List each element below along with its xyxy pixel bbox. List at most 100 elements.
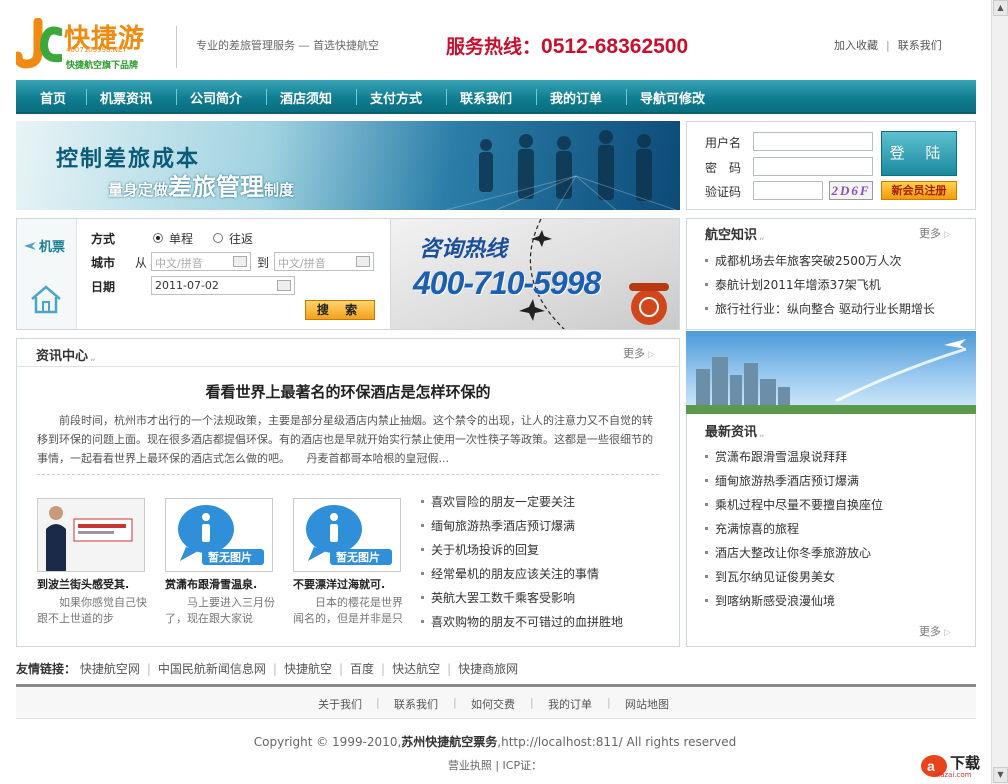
from-label: 从 (135, 256, 148, 270)
contact-link[interactable]: 联系我们 (898, 39, 942, 52)
skyline-graphic (686, 339, 976, 414)
list-item[interactable]: 酒店大整改让你冬季旅游放心 (704, 544, 871, 561)
info-center-title-text: 资讯中心 (36, 349, 89, 364)
list-item[interactable]: 关于机场投诉的回复 (420, 541, 539, 558)
list-item[interactable]: 成都机场去年旅客突破2500万人次 (705, 252, 902, 269)
list-item[interactable]: 赏潇布跟滑雪温泉说拜拜 (704, 448, 847, 465)
friend-link[interactable]: 快捷航空 (284, 662, 332, 676)
thumbnail-no-image[interactable]: 暂无图片 (293, 498, 401, 572)
footer-nav: 关于我们 | 联系我们 | 如何交费 | 我的订单 | 网站地图 (16, 684, 976, 719)
list-item[interactable]: 乘机过程中尽量不要擅自换座位 (704, 496, 883, 513)
home-icon[interactable] (29, 283, 63, 315)
list-item[interactable]: 旅行社行业：纵向整合 驱动行业长期增长 (705, 300, 935, 317)
add-favorite-link[interactable]: 加入收藏 (834, 39, 878, 52)
no-image-label: 暂无图片 (336, 551, 380, 564)
promo-banner[interactable]: 控制差旅成本 量身定做差旅管理制度 (16, 121, 680, 210)
one-way-radio[interactable] (153, 233, 163, 243)
list-item[interactable]: 到瓦尔纳见证俊男美女 (704, 568, 835, 585)
captcha-image[interactable]: 2D6F (829, 181, 873, 200)
aviation-title-text: 航空知识 (705, 228, 758, 243)
info-center-more-link[interactable]: 更多 ▷ (623, 345, 655, 361)
nav-item-editable[interactable]: 导航可修改 (640, 88, 705, 107)
list-item[interactable]: 缅甸旅游热季酒店预订爆满 (704, 472, 859, 489)
aviation-more-link[interactable]: 更多 ▷ (919, 225, 951, 241)
separator: | (453, 696, 457, 709)
footer-link-payment[interactable]: 如何交费 (471, 696, 515, 712)
nav-item-flight-news[interactable]: 机票资讯 (100, 88, 152, 107)
nav-item-payment[interactable]: 支付方式 (370, 88, 422, 107)
thumbnail-no-image[interactable]: 暂无图片 (165, 498, 273, 572)
calendar-icon[interactable] (277, 280, 291, 291)
site-logo[interactable]: 快捷游 4007105998.NET 快捷航空旗下品牌 (16, 18, 156, 72)
thumbnail-desc: 马上要进入三月份了，现在跟大家说 (165, 596, 275, 625)
nav-item-orders[interactable]: 我的订单 (550, 88, 602, 107)
vertical-scrollbar[interactable]: ▲ ▼ (991, 0, 1008, 784)
captcha-input[interactable] (753, 181, 823, 200)
scroll-up-icon[interactable]: ▲ (993, 0, 1008, 16)
friend-link[interactable]: 百度 (350, 662, 374, 676)
copyright-suffix: ,http://localhost:811/ All rights reserv… (497, 735, 737, 749)
list-item[interactable]: 喜欢购物的朋友不可错过的血拼胜地 (420, 613, 623, 630)
username-input[interactable] (753, 132, 873, 151)
thumbnail-title[interactable]: 到波兰街头感受其. (37, 576, 149, 592)
nav-separator (86, 89, 87, 105)
from-city-input[interactable]: 中文/拼音 (151, 252, 251, 271)
password-input[interactable] (753, 157, 873, 176)
nav-item-contact[interactable]: 联系我们 (460, 88, 512, 107)
thumbnail-title[interactable]: 不要漂洋过海就可. (293, 576, 405, 592)
friend-link[interactable]: 中国民航新闻信息网 (158, 662, 266, 676)
to-label: 到 (257, 256, 270, 270)
consult-hotline-banner[interactable]: 咨询热线 400-710-5998 (390, 218, 680, 330)
featured-headline[interactable]: 看看世界上最著名的环保酒店是怎样环保的 (17, 381, 679, 402)
friend-link[interactable]: 快达航空 (392, 662, 440, 676)
nav-item-about[interactable]: 公司简介 (190, 88, 242, 107)
separator: | (447, 662, 452, 676)
nav-separator (266, 89, 267, 105)
logo-number: 4007105998.NET (66, 46, 127, 54)
password-label: 密 码 (705, 161, 742, 175)
friend-link[interactable]: 快捷商旅网 (458, 662, 518, 676)
separator: | (376, 696, 380, 709)
round-trip-radio[interactable] (213, 233, 223, 243)
logo-mark-icon (16, 18, 62, 69)
watermark-logo: a 下载 xiazai.com (920, 752, 990, 780)
airplane-skyline-image[interactable] (686, 331, 976, 414)
info-center-title: 资讯中心 ,, (36, 345, 95, 364)
list-item[interactable]: 充满惊喜的旅程 (704, 520, 799, 537)
list-item[interactable]: 缅甸旅游热季酒店预订爆满 (420, 517, 575, 534)
to-city-input[interactable]: 中文/拼音 (274, 252, 374, 271)
footer-link-contact[interactable]: 联系我们 (394, 696, 438, 712)
friend-link[interactable]: 快捷航空网 (80, 662, 140, 676)
watermark-text: 下载 (950, 754, 981, 772)
more-label: 更多 (919, 625, 941, 638)
nav-item-hotel[interactable]: 酒店须知 (280, 88, 332, 107)
thumbnail-title[interactable]: 赏潇布跟滑雪温泉. (165, 576, 277, 592)
list-item[interactable]: 到喀纳斯感受浪漫仙境 (704, 592, 835, 609)
one-way-label: 单程 (169, 232, 194, 246)
header-divider (176, 26, 177, 68)
latest-news-more-link[interactable]: 更多 ▷ (919, 623, 951, 639)
separator: | (886, 39, 890, 52)
footer-link-orders[interactable]: 我的订单 (548, 696, 592, 712)
city-picker-icon[interactable] (233, 256, 247, 267)
thumbnail-desc: 如果你感觉自己快跟不上世道的步 (37, 596, 147, 625)
tab-flight[interactable]: 机票 (39, 236, 65, 255)
list-item[interactable]: 经常晕机的朋友应该关注的事情 (420, 565, 599, 582)
watermark-site: xiazai.com (934, 771, 972, 779)
scroll-down-icon[interactable]: ▼ (993, 767, 1008, 783)
list-item[interactable]: 泰航计划2011年增添37架飞机 (705, 276, 881, 293)
footer-link-about[interactable]: 关于我们 (318, 696, 362, 712)
thumbnail-image[interactable] (37, 498, 145, 572)
footer-link-sitemap[interactable]: 网站地图 (625, 696, 669, 712)
register-button[interactable]: 新会员注册 (881, 181, 957, 200)
dotted-divider (37, 474, 659, 475)
list-item[interactable]: 喜欢冒险的朋友一定要关注 (420, 493, 575, 510)
search-button[interactable]: 搜 索 (305, 300, 375, 320)
login-button[interactable]: 登 陆 (881, 131, 957, 176)
list-item[interactable]: 英航大罢工数千乘客受影响 (420, 589, 575, 606)
city-picker-icon[interactable] (356, 256, 370, 267)
separator: | (272, 662, 277, 676)
captcha-label: 验证码 (705, 185, 742, 199)
nav-item-home[interactable]: 首页 (40, 88, 66, 107)
date-input[interactable]: 2011-07-02 (151, 276, 295, 295)
